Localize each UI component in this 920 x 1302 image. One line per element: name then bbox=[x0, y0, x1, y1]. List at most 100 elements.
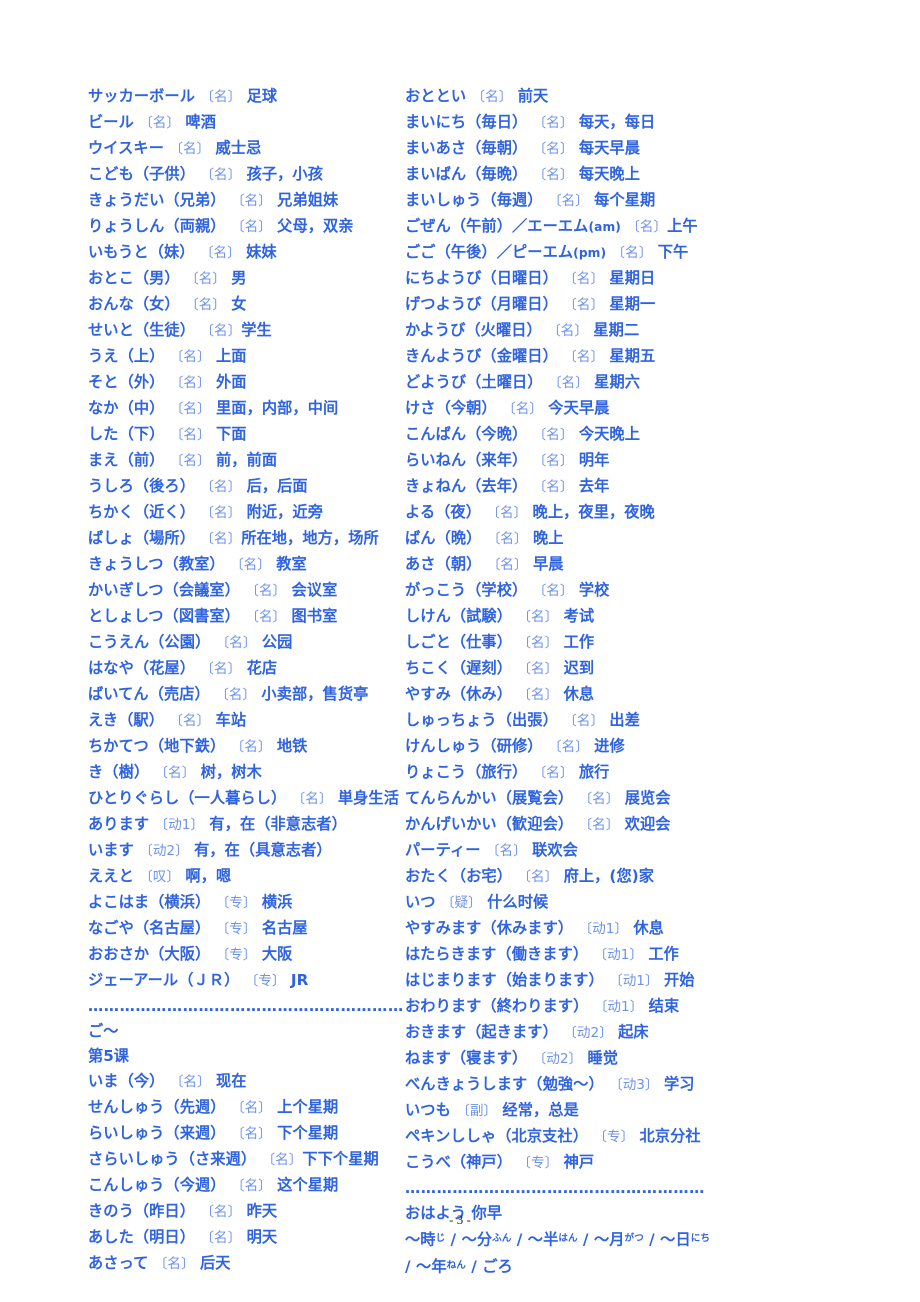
vocab-entry: こんしゅう（今週） 〔名〕 这个星期 bbox=[88, 1176, 339, 1194]
vocab-entry: まいあさ（毎朝） 〔名〕 每天早晨 bbox=[405, 139, 641, 157]
part-of-speech-marker: 〔名〕 bbox=[563, 271, 605, 287]
vocab-entry: よこはま（横浜） 〔专〕 横浜 bbox=[88, 893, 293, 911]
section-separator: …………………………………………………… bbox=[88, 997, 404, 1015]
part-of-speech-marker: 〔名〕 bbox=[578, 817, 620, 833]
vocab-entry: せんしゅう（先週） 〔名〕 上个星期 bbox=[88, 1098, 339, 1116]
part-of-speech-marker: 〔名〕 bbox=[626, 219, 668, 235]
vocab-entry: かようび（火曜日） 〔名〕 星期二 bbox=[405, 321, 640, 339]
part-of-speech-marker: 〔动1〕 bbox=[578, 921, 628, 937]
vocab-entry: こども（子供） 〔名〕 孩子，小孩 bbox=[88, 165, 324, 183]
counter-list-line: 〜時じ / 〜分ふん / 〜半はん / 〜月がつ / 〜日にち bbox=[405, 1230, 710, 1249]
vocab-entry: いつも 〔副〕 经常，总是 bbox=[405, 1101, 579, 1119]
vocab-entry: パーティー 〔名〕 联欢会 bbox=[405, 841, 578, 859]
part-of-speech-marker: 〔专〕 bbox=[244, 973, 286, 989]
part-of-speech-marker: 〔名〕 bbox=[199, 245, 241, 261]
vocab-entry: あります 〔动1〕 有，在（非意志者） bbox=[88, 815, 347, 833]
part-of-speech-marker: 〔名〕 bbox=[169, 713, 211, 729]
vocab-entry: きょうだい（兄弟） 〔名〕 兄弟姐妹 bbox=[88, 191, 339, 209]
vocab-entry: サッカーボール 〔名〕 足球 bbox=[88, 87, 278, 105]
vocab-entry: りょうしん（両親） 〔名〕 父母，双亲 bbox=[88, 217, 354, 235]
vocab-entry: かいぎしつ（会議室） 〔名〕 会议室 bbox=[88, 581, 338, 599]
ruby-annotation: ねん bbox=[446, 1259, 466, 1271]
vocab-entry: ちかく（近く） 〔名〕 附近，近旁 bbox=[88, 503, 324, 521]
part-of-speech-marker: 〔名〕 bbox=[532, 115, 574, 131]
part-of-speech-marker: 〔名〕 bbox=[547, 193, 589, 209]
part-of-speech-marker: 〔名〕 bbox=[547, 739, 589, 755]
vocab-entry: きんようび（金曜日） 〔名〕 星期五 bbox=[405, 347, 656, 365]
part-of-speech-marker: 〔名〕 bbox=[169, 349, 211, 365]
part-of-speech-marker: 〔名〕 bbox=[153, 1256, 195, 1272]
part-of-speech-marker: 〔名〕 bbox=[547, 323, 588, 339]
part-of-speech-marker: 〔名〕 bbox=[169, 375, 211, 391]
vocab-entry: ひとりぐらし（一人暮らし） 〔名〕 単身生活 bbox=[88, 789, 399, 807]
vocab-entry: さらいしゅう（さ来週） 〔名〕下下个星期 bbox=[88, 1150, 379, 1168]
vocab-entry: なか（中） 〔名〕 里面，内部，中间 bbox=[88, 399, 339, 417]
vocab-entry: けんしゅう（研修） 〔名〕 进修 bbox=[405, 737, 625, 755]
latin-abbreviation: (pm) bbox=[573, 246, 607, 260]
part-of-speech-marker: 〔名〕 bbox=[532, 479, 574, 495]
part-of-speech-marker: 〔名〕 bbox=[230, 219, 272, 235]
vocab-entry: しごと（仕事） 〔名〕 工作 bbox=[405, 633, 595, 651]
part-of-speech-marker: 〔名〕 bbox=[486, 531, 528, 547]
vocab-entry: こうえん（公園） 〔名〕 公园 bbox=[88, 633, 293, 651]
vocab-entry: ばん（晩） 〔名〕 晚上 bbox=[405, 529, 564, 547]
part-of-speech-marker: 〔名〕 bbox=[200, 505, 242, 521]
vocab-entry: おととい 〔名〕 前天 bbox=[405, 87, 549, 105]
right-entry-list: おととい 〔名〕 前天 まいにち（毎日） 〔名〕 每天，每日 まいあさ（毎朝） … bbox=[405, 84, 920, 1176]
part-of-speech-marker: 〔名〕 bbox=[532, 427, 574, 443]
part-of-speech-marker: 〔名〕 bbox=[230, 739, 272, 755]
part-of-speech-marker: 〔名〕 bbox=[169, 401, 211, 417]
ruby-annotation: がつ bbox=[624, 1233, 644, 1244]
vocab-entry: おとこ（男） 〔名〕 男 bbox=[88, 269, 247, 287]
vocab-entry: き（樹） 〔名〕 树，树木 bbox=[88, 763, 262, 781]
vocab-entry: いもうと（妹） 〔名〕 妹妹 bbox=[88, 243, 277, 261]
part-of-speech-marker: 〔名〕 bbox=[245, 583, 287, 599]
part-of-speech-marker: 〔名〕 bbox=[532, 141, 574, 157]
part-of-speech-marker: 〔名〕 bbox=[486, 557, 528, 573]
part-of-speech-marker: 〔疑〕 bbox=[440, 895, 482, 911]
part-of-speech-marker: 〔名〕 bbox=[563, 297, 605, 313]
part-of-speech-marker: 〔名〕 bbox=[139, 115, 181, 131]
part-of-speech-marker: 〔名〕 bbox=[485, 843, 527, 859]
vocab-entry: えき（駅） 〔名〕 车站 bbox=[88, 711, 247, 729]
part-of-speech-marker: 〔名〕 bbox=[532, 453, 574, 469]
part-of-speech-marker: 〔名〕 bbox=[169, 453, 211, 469]
part-of-speech-marker: 〔动1〕 bbox=[593, 947, 643, 963]
part-of-speech-marker: 〔名〕 bbox=[230, 1100, 272, 1116]
vocab-entry: ペキンししゃ（北京支社） 〔专〕 北京分社 bbox=[405, 1127, 701, 1145]
page-number: - 3 - bbox=[449, 1212, 471, 1227]
part-of-speech-marker: 〔副〕 bbox=[456, 1103, 498, 1119]
part-of-speech-marker: 〔名〕 bbox=[230, 557, 271, 573]
vocab-entry: いつ 〔疑〕 什么时候 bbox=[405, 893, 549, 911]
vocab-entry: まいばん（毎晩） 〔名〕 每天晚上 bbox=[405, 165, 641, 183]
part-of-speech-marker: 〔动2〕 bbox=[532, 1051, 583, 1067]
vocab-entry: かんげいかい（歓迎会） 〔名〕 欢迎会 bbox=[405, 815, 671, 833]
vocab-entry: うしろ（後ろ） 〔名〕 后，后面 bbox=[88, 477, 308, 495]
part-of-speech-marker: 〔动1〕 bbox=[154, 817, 204, 833]
part-of-speech-marker: 〔名〕 bbox=[517, 635, 559, 651]
part-of-speech-marker: 〔名〕 bbox=[185, 271, 226, 287]
left-entry-list: サッカーボール 〔名〕 足球 ビール 〔名〕 啤酒 ウイスキー 〔名〕 威士忌 … bbox=[88, 84, 405, 994]
vocab-entry: こうべ（神戸） 〔专〕 神戸 bbox=[405, 1153, 595, 1171]
part-of-speech-marker: 〔名〕 bbox=[291, 791, 333, 807]
vocab-entry: べんきょうします（勉強〜） 〔动3〕 学习 bbox=[405, 1075, 695, 1093]
two-column-layout: サッカーボール 〔名〕 足球 ビール 〔名〕 啤酒 ウイスキー 〔名〕 威士忌 … bbox=[0, 84, 920, 1279]
vocab-entry: しゅっちょう（出張） 〔名〕 出差 bbox=[405, 711, 641, 729]
part-of-speech-marker: 〔名〕 bbox=[200, 531, 242, 547]
part-of-speech-marker: 〔动2〕 bbox=[139, 843, 189, 859]
part-of-speech-marker: 〔名〕 bbox=[517, 687, 559, 703]
vocab-entry: らいしゅう（来週） 〔名〕 下个星期 bbox=[88, 1124, 339, 1142]
vocab-entry: あした（明日） 〔名〕 明天 bbox=[88, 1228, 278, 1246]
vocab-entry: ばしょ（場所） 〔名〕所在地，地方，场所 bbox=[88, 529, 379, 547]
vocab-entry: はなや（花屋） 〔名〕 花店 bbox=[88, 659, 278, 677]
part-of-speech-marker: 〔名〕 bbox=[215, 635, 257, 651]
vocab-entry: てんらんかい（展覧会） 〔名〕 展览会 bbox=[405, 789, 671, 807]
part-of-speech-marker: 〔名〕 bbox=[547, 375, 589, 391]
part-of-speech-marker: 〔名〕 bbox=[200, 479, 242, 495]
vocab-entry: どようび（土曜日） 〔名〕 星期六 bbox=[405, 373, 641, 391]
vocab-entry: せいと（生徒） 〔名〕学生 bbox=[88, 321, 272, 339]
part-of-speech-marker: 〔名〕 bbox=[200, 167, 242, 183]
part-of-speech-marker: 〔名〕 bbox=[611, 245, 653, 261]
suffix-note: ご〜 bbox=[88, 1022, 119, 1040]
vocab-entry: りょこう（旅行） 〔名〕 旅行 bbox=[405, 763, 610, 781]
